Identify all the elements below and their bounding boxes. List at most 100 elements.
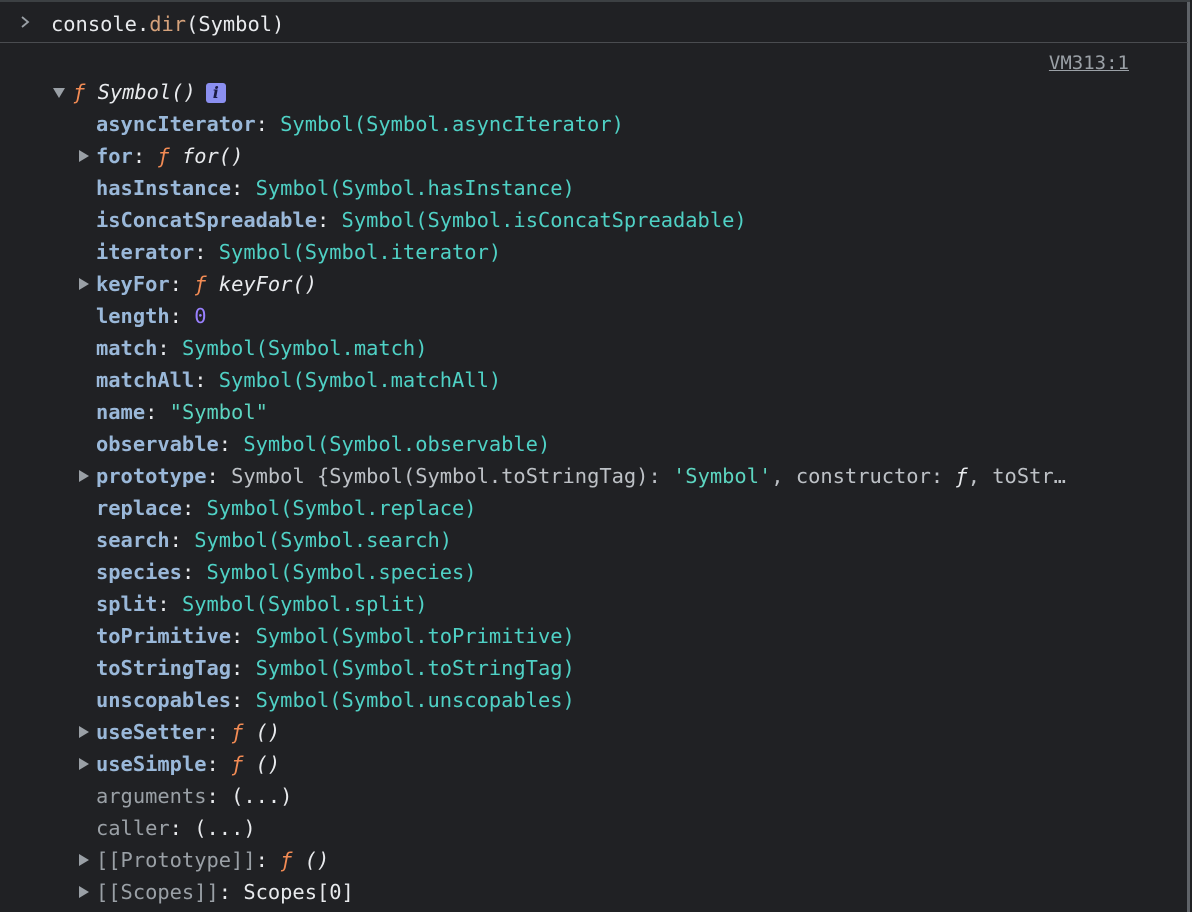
- property-value: "Symbol": [169, 400, 268, 424]
- key-separator: :: [255, 112, 281, 136]
- property-row: match: Symbol(Symbol.match): [0, 332, 1150, 364]
- collapsed-triangle-icon[interactable]: [79, 278, 89, 290]
- property-value: Symbol(Symbol.isConcatSpreadable): [341, 208, 747, 232]
- property-row: observable: Symbol(Symbol.observable): [0, 428, 1150, 460]
- property-row[interactable]: [[Prototype]]: ƒ (): [0, 844, 1150, 876]
- preview-comma: ,: [771, 464, 796, 488]
- property-row[interactable]: [[Scopes]]: Scopes[0]: [0, 876, 1150, 908]
- function-marker: ƒ: [280, 848, 293, 872]
- key-separator: :: [169, 272, 195, 296]
- key-separator: :: [255, 848, 281, 872]
- property-value: Symbol(Symbol.matchAll): [218, 368, 502, 392]
- function-name: (): [255, 720, 281, 744]
- property-value: Symbol(Symbol.hasInstance): [255, 176, 575, 200]
- property-row[interactable]: keyFor: ƒ keyFor(): [0, 268, 1150, 300]
- property-row: replace: Symbol(Symbol.replace): [0, 492, 1150, 524]
- property-value: Symbol(Symbol.iterator): [218, 240, 502, 264]
- function-marker: ƒ: [73, 80, 86, 104]
- collapsed-triangle-icon[interactable]: [79, 150, 89, 162]
- property-row: hasInstance: Symbol(Symbol.hasInstance): [0, 172, 1150, 204]
- tree-root-row[interactable]: ƒ Symbol() i: [0, 76, 1150, 108]
- property-value: Symbol(Symbol.split): [181, 592, 428, 616]
- key-separator: :: [157, 336, 182, 360]
- property-row: toStringTag: Symbol(Symbol.toStringTag): [0, 652, 1150, 684]
- key-separator: :: [206, 784, 232, 808]
- property-key: observable: [96, 432, 219, 456]
- property-row[interactable]: prototype: Symbol {Symbol(Symbol.toStrin…: [0, 460, 1150, 492]
- property-key: arguments: [96, 784, 207, 808]
- property-row[interactable]: for: ƒ for(): [0, 140, 1150, 172]
- expanded-triangle-icon[interactable]: [53, 88, 65, 98]
- property-value: Symbol(Symbol.toPrimitive): [255, 624, 575, 648]
- collapsed-triangle-icon[interactable]: [79, 726, 89, 738]
- preview-class-name: Symbol: [231, 464, 317, 488]
- key-separator: :: [206, 464, 232, 488]
- key-separator: :: [169, 304, 195, 328]
- property-value: Symbol(Symbol.asyncIterator): [280, 112, 624, 136]
- function-name: keyFor(): [218, 272, 318, 296]
- property-value[interactable]: (...): [194, 816, 255, 840]
- key-separator: :: [169, 816, 195, 840]
- property-value: Scopes[0]: [243, 880, 354, 904]
- property-value[interactable]: (...): [231, 784, 292, 808]
- property-value: Symbol(Symbol.match): [181, 336, 428, 360]
- key-separator: :: [218, 880, 244, 904]
- property-key: toStringTag: [96, 656, 232, 680]
- info-icon[interactable]: i: [205, 83, 226, 103]
- key-separator: :: [231, 624, 256, 648]
- property-key: length: [96, 304, 170, 328]
- property-key: useSetter: [96, 720, 207, 744]
- key-separator: :: [194, 368, 219, 392]
- preview-brace: {: [317, 464, 330, 488]
- collapsed-triangle-icon[interactable]: [79, 470, 89, 482]
- property-row: isConcatSpreadable: Symbol(Symbol.isConc…: [0, 204, 1150, 236]
- property-row: caller: (...): [0, 812, 1150, 844]
- property-row[interactable]: useSimple: ƒ (): [0, 748, 1150, 780]
- property-row: toPrimitive: Symbol(Symbol.toPrimitive): [0, 620, 1150, 652]
- preview-value: 'Symbol': [673, 464, 772, 488]
- key-separator: :: [206, 720, 232, 744]
- property-key: for: [96, 144, 133, 168]
- property-value: Symbol(Symbol.species): [206, 560, 477, 584]
- function-marker: ƒ: [231, 752, 244, 776]
- preview-value: ƒ: [955, 464, 968, 488]
- property-row: matchAll: Symbol(Symbol.matchAll): [0, 364, 1150, 396]
- collapsed-triangle-icon[interactable]: [79, 758, 89, 770]
- chevron-right-icon: [21, 16, 30, 28]
- collapsed-triangle-icon[interactable]: [79, 854, 89, 866]
- function-name: (): [255, 752, 281, 776]
- property-key: species: [96, 560, 182, 584]
- property-value: Symbol(Symbol.replace): [206, 496, 477, 520]
- console-input-row[interactable]: console.dir(Symbol): [0, 2, 1188, 43]
- property-value: Symbol(Symbol.observable): [243, 432, 551, 456]
- property-key: search: [96, 528, 170, 552]
- property-key: matchAll: [96, 368, 195, 392]
- key-separator: :: [231, 688, 256, 712]
- key-separator: :: [231, 656, 256, 680]
- property-row: unscopables: Symbol(Symbol.unscopables): [0, 684, 1150, 716]
- property-value: Symbol(Symbol.toStringTag): [255, 656, 575, 680]
- console-panel: console.dir(Symbol) VM313:1 ƒ Symbol() i …: [0, 0, 1190, 912]
- property-key: caller: [96, 816, 170, 840]
- property-key: unscopables: [96, 688, 232, 712]
- console-command[interactable]: console.dir(Symbol): [51, 10, 284, 38]
- property-row: iterator: Symbol(Symbol.iterator): [0, 236, 1150, 268]
- command-dot: .: [136, 12, 150, 36]
- preview-key: constructor: [795, 464, 931, 488]
- property-key: [[Prototype]]: [96, 848, 256, 872]
- property-key: useSimple: [96, 752, 207, 776]
- property-row: split: Symbol(Symbol.split): [0, 588, 1150, 620]
- collapsed-triangle-icon[interactable]: [79, 886, 89, 898]
- property-key: isConcatSpreadable: [96, 208, 317, 232]
- key-separator: :: [181, 560, 207, 584]
- key-separator: :: [181, 496, 207, 520]
- root-function-name: Symbol(): [97, 80, 196, 104]
- property-key: split: [96, 592, 158, 616]
- property-row: search: Symbol(Symbol.search): [0, 524, 1150, 556]
- command-args: (Symbol): [186, 12, 285, 36]
- property-key: keyFor: [96, 272, 170, 296]
- property-row[interactable]: useSetter: ƒ (): [0, 716, 1150, 748]
- property-key: match: [96, 336, 158, 360]
- source-location-link[interactable]: VM313:1: [1049, 50, 1129, 76]
- property-key: iterator: [96, 240, 195, 264]
